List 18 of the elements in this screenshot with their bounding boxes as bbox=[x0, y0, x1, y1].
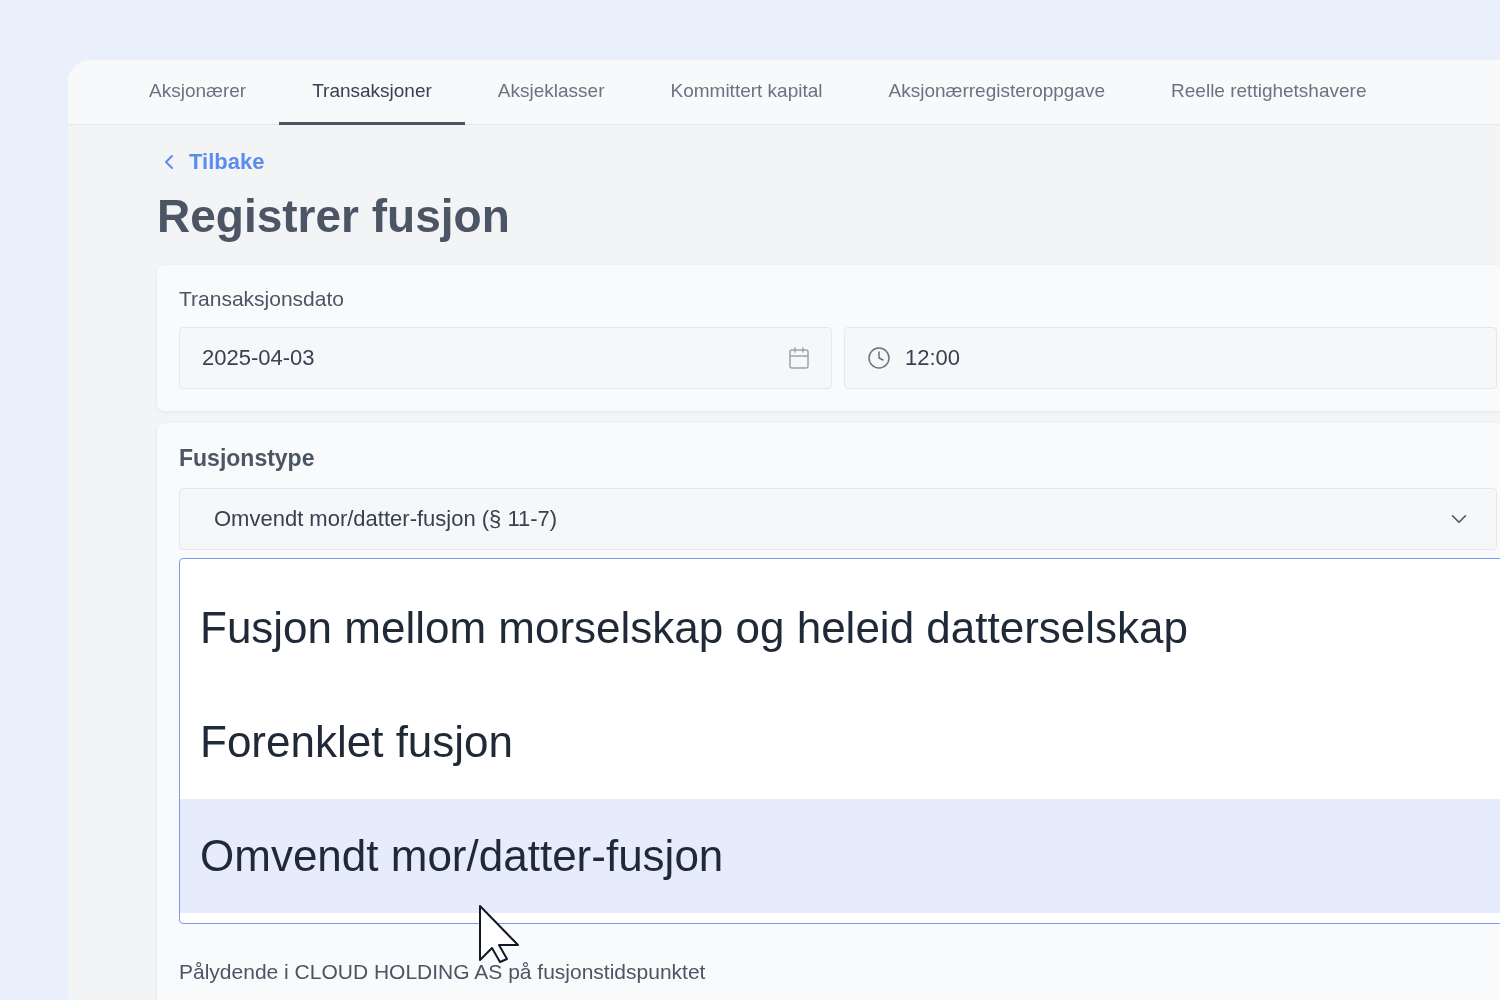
tab[interactable]: Aksjeklasser bbox=[464, 60, 638, 125]
page-title: Registrer fusjon bbox=[157, 189, 511, 243]
date-field[interactable]: 2025-04-03 bbox=[179, 327, 832, 389]
field-label: Transaksjonsdato bbox=[179, 287, 345, 311]
tab[interactable]: Aksjonærer bbox=[116, 60, 280, 125]
dropdown-option[interactable]: Omvendt mor/datter-fusjon bbox=[180, 799, 1500, 913]
dropdown-option[interactable]: Forenklet fusjon bbox=[180, 685, 1500, 799]
tab[interactable]: Kommittert kapital bbox=[637, 60, 856, 125]
field-label: Fusjonstype bbox=[179, 445, 316, 472]
tab[interactable]: Transaksjoner bbox=[279, 60, 465, 125]
calendar-icon bbox=[787, 346, 811, 370]
field-label: Pålydende i CLOUD HOLDING AS på fusjonstidspunktet bbox=[179, 960, 707, 984]
tab[interactable]: Reelle rettighetshavere bbox=[1138, 60, 1400, 125]
dropdown-option[interactable]: Fusjon mellom morselskap og heleid datterselskap bbox=[180, 571, 1500, 685]
clock-icon bbox=[867, 346, 891, 370]
tab[interactable]: Aksjonærregisteroppgave bbox=[855, 60, 1139, 125]
select-field[interactable]: Omvendt mor/datter-fusjon (§ 11-7) bbox=[179, 488, 1497, 550]
time-field[interactable]: 12:00 bbox=[844, 327, 1497, 389]
